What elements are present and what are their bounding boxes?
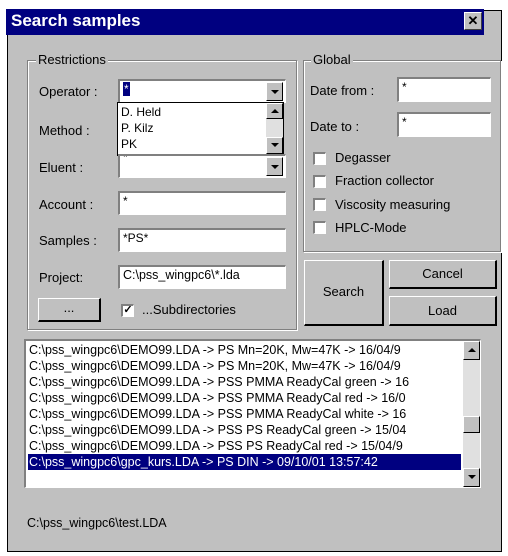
close-button[interactable]: ✕ <box>464 12 482 30</box>
list-item[interactable]: C:\pss_wingpc6\DEMO99.LDA -> PSS PMMA Re… <box>29 374 461 390</box>
scroll-up-button[interactable] <box>266 103 283 119</box>
operator-select[interactable]: * <box>118 79 286 103</box>
subdirectories-label: ...Subdirectories <box>142 302 236 317</box>
list-item[interactable]: C:\pss_wingpc6\DEMO99.LDA -> PSS PMMA Re… <box>29 390 461 406</box>
chevron-up-icon <box>271 109 279 113</box>
list-item[interactable]: C:\pss_wingpc6\DEMO99.LDA -> PSS PS Read… <box>29 438 461 454</box>
samples-value: *PS* <box>123 231 149 245</box>
popup-scrollbar[interactable] <box>266 103 283 155</box>
list-item[interactable]: C:\pss_wingpc6\DEMO99.LDA -> PS Mn=20K, … <box>29 358 461 374</box>
chevron-down-icon <box>271 143 279 147</box>
date-to-label: Date to : <box>310 119 360 134</box>
project-value: C:\pss_wingpc6\*.lda <box>123 268 240 282</box>
degasser-checkbox[interactable] <box>313 152 326 165</box>
samples-input[interactable]: *PS* <box>118 228 286 252</box>
operator-label: Operator : <box>39 84 98 99</box>
restrictions-legend: Restrictions <box>36 52 108 67</box>
hplc-mode-label: HPLC-Mode <box>335 220 407 235</box>
project-label: Project: <box>39 270 84 285</box>
viscosity-measuring-label: Viscosity measuring <box>335 197 451 212</box>
operator-option[interactable]: PK <box>121 137 137 151</box>
list-item-selected[interactable]: C:\pss_wingpc6\gpc_kurs.LDA -> PS DIN ->… <box>28 454 461 470</box>
scroll-down-button[interactable] <box>266 137 283 154</box>
account-value: * <box>123 194 128 208</box>
global-legend: Global <box>311 52 353 67</box>
scroll-thumb[interactable] <box>463 416 480 433</box>
date-from-value: * <box>402 80 407 94</box>
date-from-label: Date from : <box>310 83 375 98</box>
list-item[interactable]: C:\pss_wingpc6\DEMO99.LDA -> PSS PS Read… <box>29 422 461 438</box>
samples-label: Samples : <box>39 233 97 248</box>
eluent-label: Eluent : <box>39 160 84 175</box>
operator-dropdown-list[interactable]: D. Held P. Kilz PK <box>117 102 284 156</box>
browse-button[interactable]: ... <box>38 298 101 322</box>
operator-option[interactable]: P. Kilz <box>121 121 153 135</box>
fraction-collector-checkbox[interactable] <box>313 175 326 188</box>
operator-dropdown-button[interactable] <box>266 82 283 101</box>
title-bar[interactable]: Search samples ✕ <box>6 9 484 35</box>
cancel-label: Cancel <box>422 266 463 281</box>
search-label: Search <box>322 284 365 299</box>
date-to-input[interactable]: * <box>397 112 491 137</box>
degasser-label: Degasser <box>335 150 391 165</box>
results-scrollbar[interactable] <box>463 341 480 487</box>
subdirectories-checkbox[interactable]: ✓ <box>121 304 134 317</box>
list-item[interactable]: C:\pss_wingpc6\DEMO99.LDA -> PSS PMMA Re… <box>29 406 461 422</box>
load-button[interactable]: Load <box>389 296 497 326</box>
viscosity-measuring-checkbox[interactable] <box>313 198 326 211</box>
list-item[interactable]: C:\pss_wingpc6\DEMO99.LDA -> PS Mn=20K, … <box>29 342 461 358</box>
date-to-value: * <box>402 115 407 129</box>
operator-value: * <box>123 82 130 96</box>
project-input[interactable]: C:\pss_wingpc6\*.lda <box>118 265 286 289</box>
chevron-down-icon <box>271 90 279 94</box>
scroll-down-button[interactable] <box>463 468 480 487</box>
eluent-select[interactable]: * <box>118 154 286 178</box>
date-from-input[interactable]: * <box>397 77 491 102</box>
eluent-value: * <box>123 154 128 164</box>
fraction-collector-label: Fraction collector <box>335 173 434 188</box>
selected-file-path: C:\pss_wingpc6\test.LDA <box>27 516 167 530</box>
chevron-down-icon <box>468 475 476 479</box>
load-label: Load <box>428 303 457 318</box>
method-label: Method : <box>39 123 90 138</box>
chevron-up-icon <box>468 348 476 352</box>
eluent-dropdown-button[interactable] <box>266 157 283 176</box>
results-list[interactable]: C:\pss_wingpc6\DEMO99.LDA -> PS Mn=20K, … <box>24 339 481 488</box>
scroll-up-button[interactable] <box>463 341 480 360</box>
chevron-down-icon <box>271 165 279 169</box>
account-label: Account : <box>39 197 94 212</box>
browse-label: ... <box>63 300 75 315</box>
search-button[interactable]: Search <box>304 260 384 326</box>
hplc-mode-checkbox[interactable] <box>313 221 326 234</box>
operator-option[interactable]: D. Held <box>121 105 161 119</box>
account-input[interactable]: * <box>118 191 286 215</box>
window-title: Search samples <box>11 11 141 30</box>
cancel-button[interactable]: Cancel <box>389 260 497 289</box>
close-icon: ✕ <box>467 13 479 28</box>
